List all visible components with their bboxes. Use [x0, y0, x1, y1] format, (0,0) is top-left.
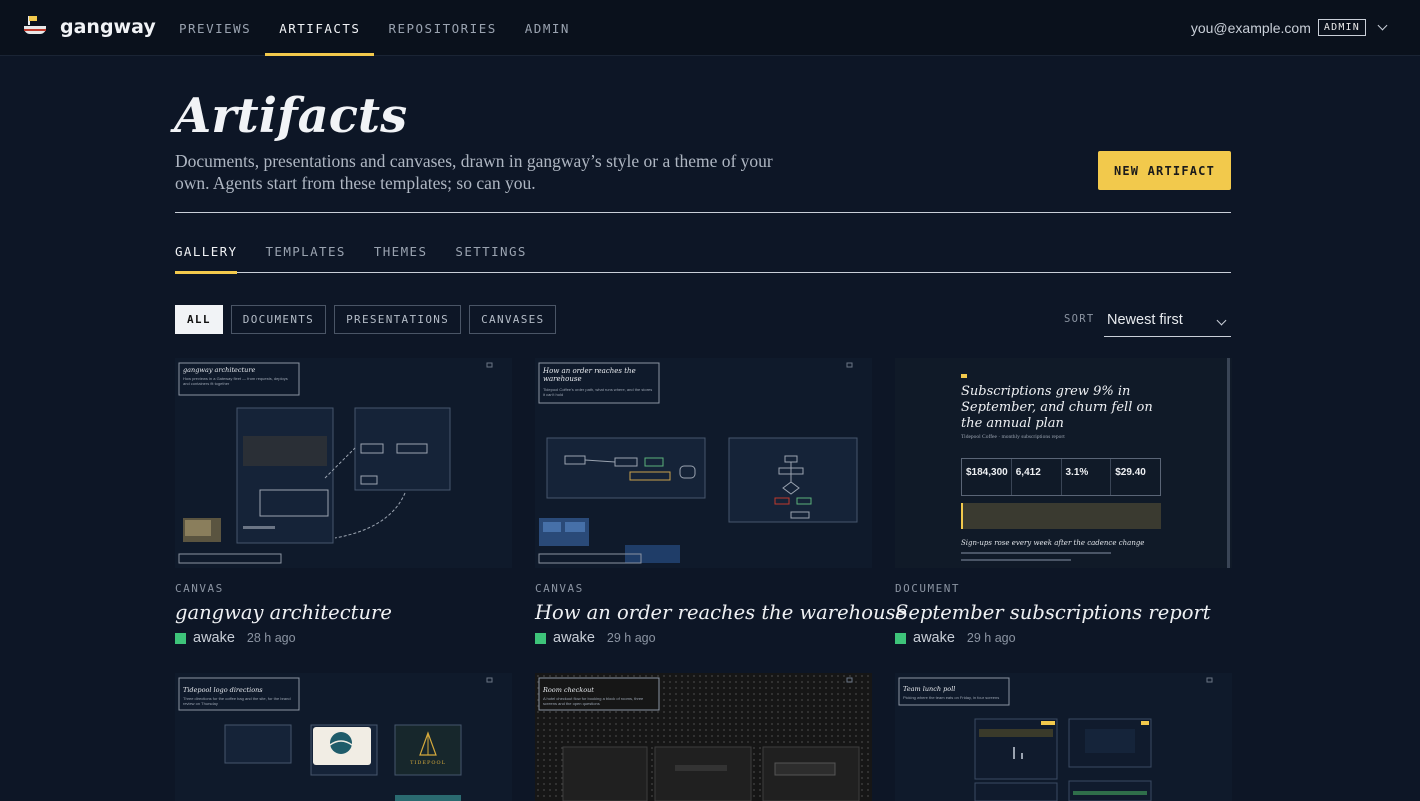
- artifact-thumbnail[interactable]: Team lunch poll Picking where the team e…: [895, 673, 1232, 801]
- kpi-value: 3.1%: [1062, 459, 1112, 495]
- thumbnail-heading: Subscriptions grew 9% in September, and …: [961, 384, 1153, 431]
- artifact-tabs: GALLERY TEMPLATES THEMES SETTINGS: [175, 236, 1231, 274]
- tab-settings[interactable]: SETTINGS: [455, 236, 526, 273]
- thumbnail-caption: Picking where the team eats on Friday, i…: [903, 695, 1000, 700]
- kpi-strip: $184,300 6,412 3.1% $29.40: [961, 458, 1161, 496]
- thumbnail-heading: Team lunch poll: [903, 685, 956, 693]
- thumbnail-caption: Three directions for the coffee bag and …: [183, 696, 291, 706]
- tab-templates[interactable]: TEMPLATES: [265, 236, 345, 273]
- kpi-value: $29.40: [1115, 467, 1146, 478]
- thumbnail-caption: How previews in a Gateway fleet — from r…: [183, 376, 288, 386]
- text-line: [961, 552, 1111, 554]
- thumbnail-heading: gangway architecture: [183, 366, 256, 374]
- callout-box: [961, 503, 1161, 529]
- chevron-down-icon: [1216, 315, 1227, 326]
- nav-item-admin[interactable]: ADMIN: [511, 0, 584, 56]
- filter-canvases[interactable]: CANVASES: [469, 305, 557, 334]
- canvas-preview: [175, 358, 512, 568]
- artifact-status: awake 29 h ago: [895, 630, 1016, 646]
- filter-presentations[interactable]: PRESENTATIONS: [334, 305, 462, 334]
- kpi-value: 6,412: [1012, 459, 1062, 495]
- thumbnail-subhead: Sign-ups rose every week after the caden…: [961, 539, 1145, 547]
- filter-all[interactable]: ALL: [175, 305, 223, 334]
- brand-name: gangway: [60, 16, 156, 38]
- artifact-type: CANVAS: [175, 582, 224, 595]
- top-navigation-bar: gangway PREVIEWS ARTIFACTS REPOSITORIES …: [0, 0, 1420, 56]
- artifact-title[interactable]: September subscriptions report: [895, 601, 1211, 624]
- role-badge: ADMIN: [1317, 19, 1366, 36]
- user-email: you@example.com: [1190, 19, 1311, 36]
- thumbnail-caption: A hotel checkout flow for booking a bloc…: [543, 696, 644, 706]
- artifact-thumbnail[interactable]: Room checkout A hotel checkout flow for …: [535, 673, 872, 801]
- tab-themes[interactable]: THEMES: [374, 236, 428, 273]
- header-divider: [175, 212, 1231, 213]
- user-menu[interactable]: you@example.com ADMIN: [1190, 19, 1388, 36]
- ship-logo-icon: [24, 16, 48, 38]
- artifact-type: DOCUMENT: [895, 582, 960, 595]
- artifact-thumbnail[interactable]: How an order reaches the warehouse Tidep…: [535, 358, 872, 568]
- status-awake-icon: [175, 632, 186, 644]
- status-time: 28 h ago: [246, 631, 296, 645]
- sort-value: Newest first: [1107, 312, 1183, 328]
- main-nav: PREVIEWS ARTIFACTS REPOSITORIES ADMIN: [165, 0, 584, 56]
- kpi-value: $184,300: [962, 459, 1012, 495]
- logo-wordmark: TIDEPOOL: [410, 760, 446, 766]
- nav-item-previews[interactable]: PREVIEWS: [165, 0, 265, 56]
- filter-documents[interactable]: DOCUMENTS: [230, 305, 327, 334]
- tab-gallery[interactable]: GALLERY: [175, 236, 238, 274]
- artifact-status: awake 29 h ago: [535, 630, 656, 646]
- thumbnail-heading: Room checkout: [543, 686, 594, 694]
- brand-mark-icon: [961, 374, 967, 378]
- thumbnail-caption: Tidepool Coffee · monthly subscriptions …: [961, 434, 1065, 440]
- thumbnail-scrollbar[interactable]: [1227, 358, 1230, 568]
- artifact-title[interactable]: gangway architecture: [175, 601, 392, 624]
- type-filters: ALL DOCUMENTS PRESENTATIONS CANVASES: [175, 305, 557, 334]
- brand[interactable]: gangway: [24, 16, 156, 38]
- text-line: [961, 559, 1071, 561]
- status-awake-icon: [535, 632, 546, 644]
- status-text: awake: [553, 630, 595, 646]
- artifact-thumbnail[interactable]: gangway architecture How previews in a G…: [175, 358, 512, 568]
- thumbnail-heading: How an order reaches the warehouse: [543, 367, 636, 383]
- page-title: Artifacts: [174, 88, 408, 144]
- artifact-status: awake 28 h ago: [175, 630, 296, 646]
- artifact-thumbnail[interactable]: Subscriptions grew 9% in September, and …: [895, 358, 1232, 568]
- artifact-type: CANVAS: [535, 582, 584, 595]
- sort-select[interactable]: Newest first: [1104, 307, 1231, 337]
- nav-item-artifacts[interactable]: ARTIFACTS: [265, 0, 375, 56]
- thumbnail-heading: Tidepool logo directions: [183, 686, 263, 694]
- thumbnail-caption: Tidepool Coffee's order path, what runs …: [543, 387, 653, 397]
- status-text: awake: [193, 630, 235, 646]
- status-time: 29 h ago: [606, 631, 656, 645]
- status-time: 29 h ago: [966, 631, 1016, 645]
- new-artifact-button[interactable]: NEW ARTIFACT: [1098, 151, 1231, 190]
- artifact-title[interactable]: How an order reaches the warehouse: [535, 601, 907, 624]
- sort-label: SORT: [1064, 313, 1095, 325]
- status-awake-icon: [895, 632, 906, 644]
- page-description: Documents, presentations and canvases, d…: [175, 151, 773, 193]
- status-text: awake: [913, 630, 955, 646]
- chevron-down-icon[interactable]: [1377, 20, 1388, 31]
- artifact-thumbnail[interactable]: Tidepool logo directions Three direction…: [175, 673, 512, 801]
- nav-item-repositories[interactable]: REPOSITORIES: [374, 0, 510, 56]
